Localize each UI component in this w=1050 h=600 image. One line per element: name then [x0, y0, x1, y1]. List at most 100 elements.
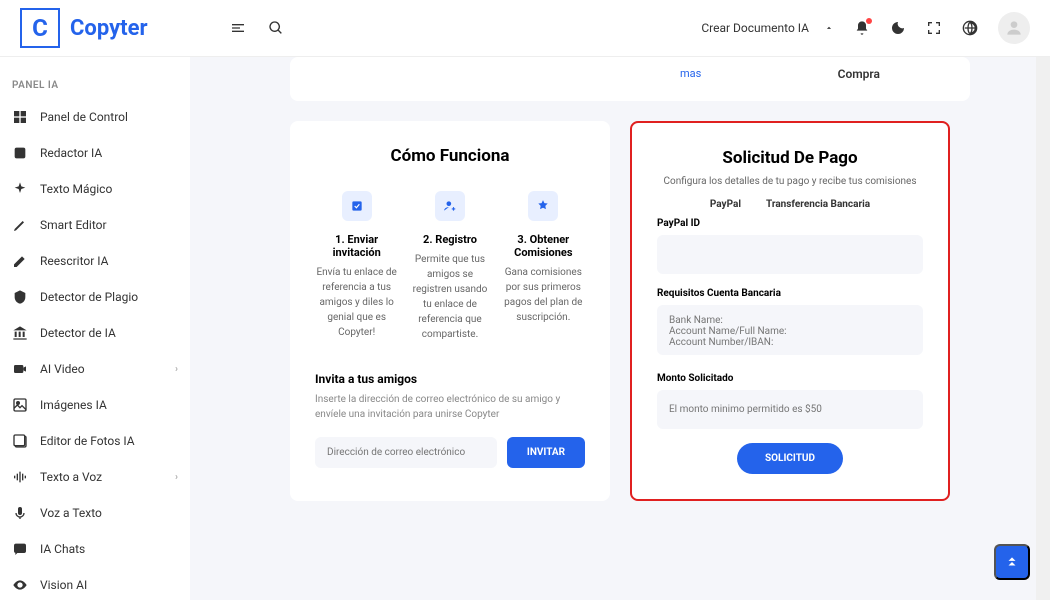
sound-icon: [12, 469, 28, 485]
step-2: 2. Registro Permite que tus amigos se reg…: [408, 191, 491, 342]
sidebar-item-mic[interactable]: Voz a Texto: [0, 495, 190, 531]
how-it-works-card: Cómo Funciona 1. Enviar invitaciónEnvía …: [290, 121, 610, 501]
sidebar-item-eye[interactable]: Vision AI: [0, 567, 190, 600]
scroll-top-button[interactable]: [994, 544, 1030, 580]
language-button[interactable]: [962, 20, 978, 36]
step-icon: [342, 191, 372, 221]
ai-icon: [12, 145, 28, 161]
sidebar-item-label: Smart Editor: [40, 218, 107, 232]
chevron-right-icon: ›: [175, 364, 178, 375]
header-right-actions: Crear Documento IA: [701, 12, 1030, 44]
moon-icon: [890, 20, 906, 36]
sidebar-item-label: Editor de Fotos IA: [40, 434, 135, 448]
create-doc-label: Crear Documento IA: [701, 21, 809, 35]
sidebar-item-label: Texto Mágico: [40, 182, 112, 196]
step-title: 2. Registro: [408, 233, 491, 246]
sidebar: PANEL IA Panel de Control Redactor IA Text…: [0, 57, 190, 600]
edit-icon: [12, 253, 28, 269]
chevron-up-icon: [824, 23, 834, 33]
step-desc: Permite que tus amigos se registren usan…: [408, 252, 491, 342]
shield-icon: [12, 289, 28, 305]
invite-desc: Inserte la dirección de correo electróni…: [315, 392, 585, 422]
eye-icon: [12, 577, 28, 593]
sidebar-item-label: Detector de IA: [40, 326, 116, 340]
step-desc: Gana comisiones por sus primeros pagos d…: [502, 265, 585, 325]
sidebar-item-label: Vision AI: [40, 578, 87, 592]
top-buy-label[interactable]: Compra: [838, 67, 940, 81]
logo-group[interactable]: C Copyter: [20, 8, 210, 48]
step-1: 1. Enviar invitación Envía tu enlace de r…: [315, 191, 398, 342]
user-icon: [1004, 18, 1024, 38]
tab-paypal[interactable]: PayPal: [710, 199, 741, 210]
header: C Copyter Crear Documento IA: [0, 0, 1050, 57]
mic-icon: [12, 505, 28, 521]
fullscreen-button[interactable]: [926, 20, 942, 36]
sidebar-item-video[interactable]: AI Video ›: [0, 351, 190, 387]
invite-button[interactable]: INVITAR: [507, 437, 585, 468]
top-card: mas Compra: [290, 57, 970, 101]
payment-title: Solicitud De Pago: [657, 148, 923, 168]
logo-text: Copyter: [70, 16, 148, 41]
step-title: 3. Obtener Comisiones: [502, 233, 585, 259]
logo-letter: C: [32, 14, 48, 42]
sidebar-item-ai[interactable]: Redactor IA: [0, 135, 190, 171]
sidebar-item-chat[interactable]: IA Chats: [0, 531, 190, 567]
sidebar-item-label: IA Chats: [40, 542, 85, 556]
invite-email-input[interactable]: [315, 437, 497, 468]
payment-tabs: PayPal Transferencia Bancaria: [657, 199, 923, 210]
bank-req-textarea[interactable]: [657, 305, 923, 355]
create-doc-button[interactable]: Crear Documento IA: [701, 21, 834, 35]
header-left-actions: [230, 20, 284, 36]
tab-bank[interactable]: Transferencia Bancaria: [766, 199, 870, 210]
sidebar-item-label: Imágenes IA: [40, 398, 107, 412]
step-title: 1. Enviar invitación: [315, 233, 398, 259]
sidebar-item-gallery[interactable]: Editor de Fotos IA: [0, 423, 190, 459]
gallery-icon: [12, 433, 28, 449]
page-scrollbar[interactable]: [1036, 0, 1050, 600]
chat-icon: [12, 541, 28, 557]
chevron-right-icon: ›: [175, 472, 178, 483]
search-icon: [268, 20, 284, 36]
sidebar-item-label: Voz a Texto: [40, 506, 102, 520]
step-icon: [435, 191, 465, 221]
notifications-button[interactable]: [854, 20, 870, 36]
sidebar-item-label: Panel de Control: [40, 110, 128, 124]
logo-box: C: [20, 8, 60, 48]
globe-icon: [962, 20, 978, 36]
request-button[interactable]: SOLICITUD: [737, 443, 843, 474]
theme-toggle-button[interactable]: [890, 20, 906, 36]
step-3: 3. Obtener Comisiones Gana comisiones por…: [502, 191, 585, 342]
search-button[interactable]: [268, 20, 284, 36]
sidebar-item-image[interactable]: Imágenes IA: [0, 387, 190, 423]
paypal-id-input[interactable]: [657, 235, 923, 274]
sidebar-item-dashboard[interactable]: Panel de Control: [0, 99, 190, 135]
paypal-id-label: PayPal ID: [657, 218, 923, 229]
sidebar-item-label: Texto a Voz: [40, 470, 102, 484]
avatar-button[interactable]: [998, 12, 1030, 44]
pen-icon: [12, 217, 28, 233]
sidebar-item-sparkle[interactable]: Texto Mágico: [0, 171, 190, 207]
avatar: [998, 12, 1030, 44]
how-steps: 1. Enviar invitación Envía tu enlace de r…: [315, 191, 585, 342]
amount-input[interactable]: [657, 390, 923, 429]
step-icon: [528, 191, 558, 221]
sidebar-item-bank[interactable]: Detector de IA: [0, 315, 190, 351]
image-icon: [12, 397, 28, 413]
sidebar-item-edit[interactable]: Reescritor IA: [0, 243, 190, 279]
content-area: mas Compra Cómo Funciona 1. Enviar invit…: [190, 57, 1050, 600]
menu-icon: [230, 20, 246, 36]
video-icon: [12, 361, 28, 377]
sidebar-item-sound[interactable]: Texto a Voz ›: [0, 459, 190, 495]
payment-request-card: Solicitud De Pago Configura los detalles…: [630, 121, 950, 501]
sparkle-icon: [12, 181, 28, 197]
sidebar-section-header: PANEL IA: [0, 72, 190, 99]
expand-icon: [926, 20, 942, 36]
sidebar-item-pen[interactable]: Smart Editor: [0, 207, 190, 243]
sidebar-item-shield[interactable]: Detector de Plagio: [0, 279, 190, 315]
sidebar-item-label: AI Video: [40, 362, 85, 376]
payment-subtitle: Configura los detalles de tu pago y reci…: [657, 176, 923, 187]
step-desc: Envía tu enlace de referencia a tus amig…: [315, 265, 398, 340]
menu-toggle-button[interactable]: [230, 20, 246, 36]
bank-icon: [12, 325, 28, 341]
dashboard-icon: [12, 109, 28, 125]
